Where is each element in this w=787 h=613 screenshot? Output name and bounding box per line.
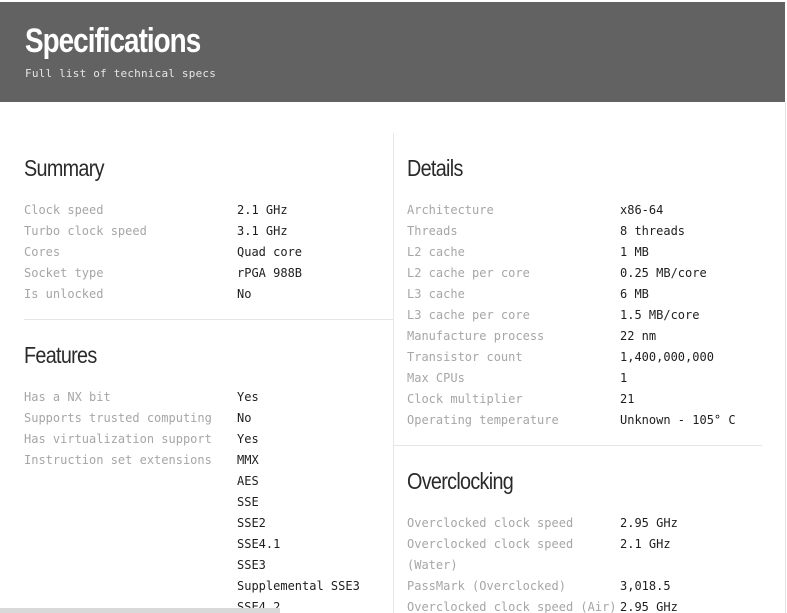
spec-label: Threads [407, 224, 458, 238]
spec-row-passmark-overclocked: PassMark (Overclocked) 3,018.5 [407, 576, 678, 597]
spec-row-operating-temperature: Operating temperature Unknown - 105° C [407, 410, 736, 431]
spec-value: 1 [620, 371, 628, 385]
spec-value: No [237, 411, 252, 425]
spec-label: L2 cache [407, 245, 465, 259]
spec-row-turbo-clock-speed: Turbo clock speed 3.1 GHz [24, 221, 302, 242]
features-rows: Has a NX bit Yes Supports trusted comput… [24, 387, 360, 613]
spec-row-overclocked-clock-speed: Overclocked clock speed 2.95 GHz [407, 513, 678, 534]
details-rows: Architecture x86-64 Threads 8 threads L2… [407, 200, 736, 431]
spec-value: 0.25 MB/core [620, 266, 707, 280]
overclocking-rows: Overclocked clock speed 2.95 GHz Overclo… [407, 513, 678, 613]
summary-heading: Summary [24, 155, 105, 181]
spec-value: 3.1 GHz [237, 224, 288, 238]
details-divider [394, 445, 762, 446]
spec-row-overclocked-clock-speed-water: Overclocked clock speed (Water) 2.1 GHz [407, 534, 678, 576]
spec-value: Unknown - 105° C [620, 413, 736, 427]
spec-label: Overclocked clock speed [407, 516, 574, 530]
extension-item: AES [237, 474, 259, 488]
extension-item: SSE4.1 [237, 537, 281, 551]
spec-label: Overclocked clock speed (Water) [407, 537, 574, 572]
spec-label: L3 cache [407, 287, 465, 301]
spec-row-max-cpus: Max CPUs 1 [407, 368, 736, 389]
extension-item: SSE [237, 495, 259, 509]
spec-value: 2.95 GHz [620, 600, 678, 613]
extension-list: MMX AES SSE SSE2 SSE4.1 SSE3 Supplementa… [237, 450, 360, 613]
overclocking-heading: Overclocking [407, 468, 514, 494]
spec-row-socket-type: Socket type rPGA 988B [24, 263, 302, 284]
summary-divider [24, 319, 393, 320]
spec-label: Is unlocked [24, 287, 104, 301]
spec-value: Yes [237, 432, 259, 446]
page-subtitle: Full list of technical specs [25, 67, 217, 80]
extension-item: MMX [237, 453, 259, 467]
spec-row-architecture: Architecture x86-64 [407, 200, 736, 221]
spec-row-l3-cache-per-core: L3 cache per core 1.5 MB/core [407, 305, 736, 326]
spec-row-manufacture-process: Manufacture process 22 nm [407, 326, 736, 347]
page-title: Specifications [25, 22, 201, 60]
spec-value: rPGA 988B [237, 266, 303, 280]
overclocking-section: Overclocking Overclocked clock speed 2.9… [407, 466, 678, 613]
spec-label: L3 cache per core [407, 308, 530, 322]
spec-value: 2.1 GHz [237, 203, 288, 217]
spec-label: Socket type [24, 266, 104, 280]
spec-row-trusted-computing: Supports trusted computing No [24, 408, 360, 429]
spec-value: 1,400,000,000 [620, 350, 714, 364]
spec-label: Clock multiplier [407, 392, 523, 406]
details-heading: Details [407, 155, 463, 181]
spec-label: Instruction set extensions [24, 453, 212, 467]
spec-value: 1 MB [620, 245, 649, 259]
spec-row-transistor-count: Transistor count 1,400,000,000 [407, 347, 736, 368]
column-divider [393, 133, 394, 613]
spec-value: Yes [237, 390, 259, 404]
spec-value: 3,018.5 [620, 579, 671, 593]
spec-value: No [237, 287, 252, 301]
spec-row-instruction-set-extensions: Instruction set extensions MMX AES SSE S… [24, 450, 360, 613]
spec-label: Cores [24, 245, 61, 259]
spec-row-l3-cache: L3 cache 6 MB [407, 284, 736, 305]
spec-value: x86-64 [620, 203, 664, 217]
spec-label: Turbo clock speed [24, 224, 147, 238]
spec-label: Max CPUs [407, 371, 465, 385]
horizontal-scrollbar[interactable] [0, 608, 280, 613]
spec-row-l2-cache: L2 cache 1 MB [407, 242, 736, 263]
spec-row-clock-speed: Clock speed 2.1 GHz [24, 200, 302, 221]
spec-label: Transistor count [407, 350, 523, 364]
spec-row-is-unlocked: Is unlocked No [24, 284, 302, 305]
spec-label: Has a NX bit [24, 390, 111, 404]
spec-label: Has virtualization support [24, 432, 212, 446]
spec-value: 2.1 GHz [620, 537, 671, 551]
spec-label: Architecture [407, 203, 494, 217]
spec-label: PassMark (Overclocked) [407, 579, 566, 593]
spec-row-nx-bit: Has a NX bit Yes [24, 387, 360, 408]
extension-item: SSE2 [237, 516, 266, 530]
spec-row-overclocked-clock-speed-air: Overclocked clock speed (Air) 2.95 GHz [407, 597, 678, 613]
spec-value: 22 nm [620, 329, 657, 343]
summary-rows: Clock speed 2.1 GHz Turbo clock speed 3.… [24, 200, 302, 305]
content-right-border [785, 102, 786, 613]
spec-value: 6 MB [620, 287, 649, 301]
details-section: Details Architecture x86-64 Threads 8 th… [407, 153, 736, 431]
extension-item: Supplemental SSE3 [237, 579, 360, 593]
spec-row-cores: Cores Quad core [24, 242, 302, 263]
spec-row-virtualization: Has virtualization support Yes [24, 429, 360, 450]
spec-row-clock-multiplier: Clock multiplier 21 [407, 389, 736, 410]
page-header: Specifications Full list of technical sp… [0, 2, 785, 102]
spec-label: L2 cache per core [407, 266, 530, 280]
spec-row-threads: Threads 8 threads [407, 221, 736, 242]
spec-label: Manufacture process [407, 329, 545, 343]
extension-item: SSE3 [237, 558, 266, 572]
spec-label: Operating temperature [407, 413, 559, 427]
summary-section: Summary Clock speed 2.1 GHz Turbo clock … [24, 153, 302, 305]
spec-value: 2.95 GHz [620, 516, 678, 530]
spec-value: Quad core [237, 245, 303, 259]
spec-label: Supports trusted computing [24, 411, 212, 425]
spec-value: 1.5 MB/core [620, 308, 700, 322]
spec-value: 21 [620, 392, 635, 406]
spec-row-l2-cache-per-core: L2 cache per core 0.25 MB/core [407, 263, 736, 284]
spec-value: 8 threads [620, 224, 686, 238]
spec-label: Clock speed [24, 203, 104, 217]
spec-label: Overclocked clock speed (Air) [407, 600, 617, 613]
features-section: Features Has a NX bit Yes Supports trust… [24, 340, 360, 613]
features-heading: Features [24, 342, 97, 368]
